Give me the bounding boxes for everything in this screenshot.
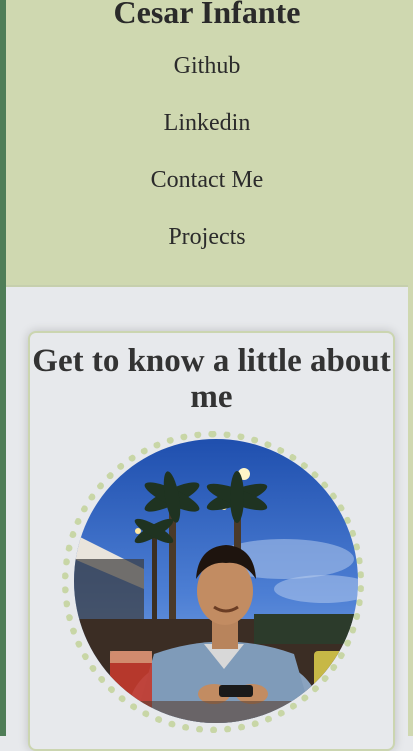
nav-link-contact[interactable]: Contact Me: [6, 159, 408, 216]
nav-link-linkedin[interactable]: Linkedin: [6, 102, 408, 159]
right-edge-accent: [408, 0, 413, 736]
nav-link-label: Projects: [168, 224, 246, 250]
profile-photo: [74, 439, 358, 723]
nav-link-projects[interactable]: Projects: [6, 216, 408, 273]
nav-link-label: Linkedin: [163, 110, 251, 136]
about-heading: Get to know a little about me: [32, 343, 391, 415]
profile-photo-illustration: [74, 439, 358, 723]
nav-link-github[interactable]: Github: [6, 45, 408, 102]
nav-menu: Github Linkedin Contact Me Projects: [6, 45, 408, 273]
site-title: Cesar Infante: [113, 0, 301, 30]
nav-link-label: Github: [173, 53, 241, 79]
about-card: Get to know a little about me: [28, 331, 395, 751]
site-header: Cesar Infante Github Linkedin Contact Me…: [6, 0, 408, 287]
nav-link-label: Contact Me: [150, 167, 264, 193]
